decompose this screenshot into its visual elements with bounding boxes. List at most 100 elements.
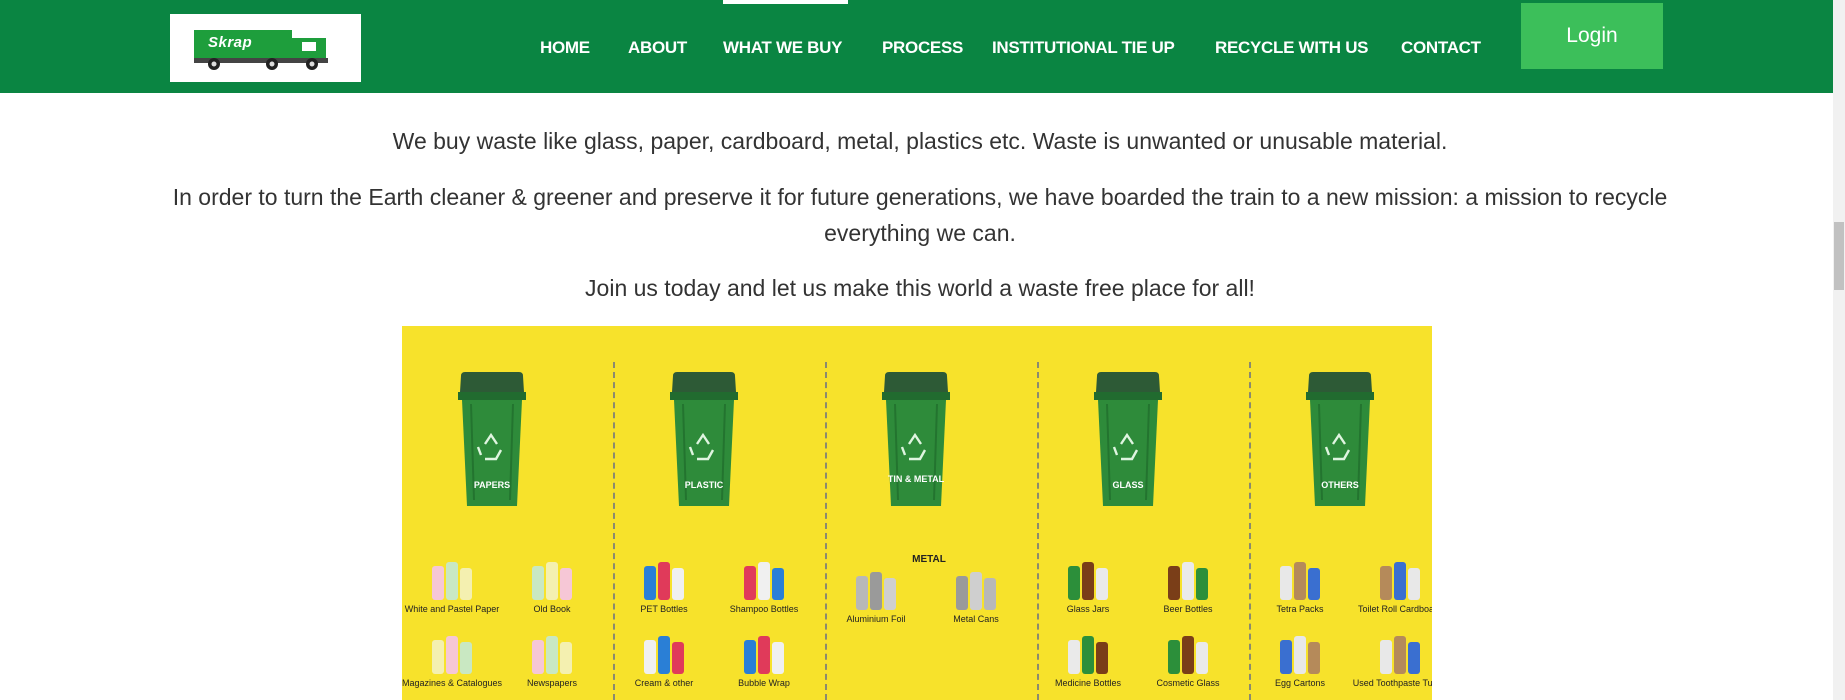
item-caption: Used Toothpaste Tubes: [1352, 678, 1432, 688]
item-image: [1138, 632, 1238, 678]
item-caption: Old Book: [533, 604, 571, 614]
item-caption: White and Pastel Paper: [404, 604, 500, 614]
column-divider: [1249, 362, 1251, 700]
item-caption: Toilet Roll Cardboard: [1357, 604, 1432, 614]
item-illustration-icon: [1380, 562, 1420, 600]
item-illustration-icon: [1168, 636, 1208, 674]
column-divider: [613, 362, 615, 700]
item-caption: Medicine Bottles: [1054, 678, 1122, 688]
item-caption: Metal Cans: [953, 614, 999, 624]
category-column: PLASTIC PET Bottles Shampoo Bottles Cream &…: [614, 326, 820, 700]
scrollbar-thumb[interactable]: [1834, 222, 1844, 290]
logo-text: Skrap: [208, 34, 253, 51]
recyclable-item: Bubble Wrap: [714, 632, 814, 688]
item-illustration-icon: [1068, 636, 1108, 674]
item-image: [402, 558, 502, 604]
item-image: [614, 632, 714, 678]
recyclable-item: Egg Cartons: [1250, 632, 1350, 688]
item-illustration-icon: [1168, 562, 1208, 600]
item-caption: Glass Jars: [1066, 604, 1110, 614]
item-caption: Bubble Wrap: [738, 678, 790, 688]
recyclable-item: Cream & other: [614, 632, 714, 688]
bin-label: PLASTIC: [684, 480, 724, 490]
item-illustration-icon: [956, 572, 996, 610]
nav-what-we-buy[interactable]: WHAT WE BUY: [723, 38, 842, 58]
item-caption: Cosmetic Glass: [1156, 678, 1220, 688]
item-image: [714, 632, 814, 678]
item-image: [826, 568, 926, 614]
item-caption: Tetra Packs: [1276, 604, 1324, 614]
nav-about[interactable]: ABOUT: [628, 38, 687, 58]
item-image: [1350, 558, 1432, 604]
category-column: OTHERS Tetra Packs Toilet Roll Cardboard Eg…: [1250, 326, 1432, 700]
item-illustration-icon: [856, 572, 896, 610]
recyclable-item: [926, 632, 1026, 678]
recyclable-item: Tetra Packs: [1250, 558, 1350, 614]
column-divider: [1037, 362, 1039, 700]
item-image: [1138, 558, 1238, 604]
nav-institutional-tie-up[interactable]: INSTITUTIONAL TIE UP: [992, 38, 1175, 58]
item-caption: Egg Cartons: [1274, 678, 1326, 688]
item-image: [926, 632, 1026, 678]
nav-home[interactable]: HOME: [540, 38, 590, 58]
item-image: [1250, 632, 1350, 678]
recycle-bin-icon: [882, 372, 950, 506]
login-button[interactable]: Login: [1521, 3, 1663, 69]
item-image: [502, 558, 602, 604]
recyclable-item: [826, 632, 926, 678]
recyclable-item: Used Toothpaste Tubes: [1350, 632, 1432, 688]
recyclable-item: Metal Cans: [926, 568, 1026, 624]
recyclable-item: Magazines & Catalogues: [402, 632, 502, 688]
item-illustration-icon: [1068, 562, 1108, 600]
recycle-bin-icon: [1094, 372, 1162, 506]
recycle-bin-icon: [458, 372, 526, 506]
item-image: [1038, 558, 1138, 604]
item-illustration-icon: [1280, 636, 1320, 674]
intro-paragraph-2: In order to turn the Earth cleaner & gre…: [172, 184, 1668, 246]
item-illustration-icon: [432, 636, 472, 674]
item-caption: Cream & other: [634, 678, 694, 688]
column-divider: [825, 362, 827, 700]
page-scrollbar[interactable]: [1833, 0, 1845, 700]
recyclable-item: Cosmetic Glass: [1138, 632, 1238, 688]
category-column: GLASS Glass Jars Beer Bottles Medicine Bott…: [1038, 326, 1244, 700]
nav-recycle-with-us[interactable]: RECYCLE WITH US: [1215, 38, 1369, 58]
item-image: [826, 632, 926, 678]
item-illustration-icon: [532, 636, 572, 674]
recycle-bin-icon: [670, 372, 738, 506]
item-illustration-icon: [432, 562, 472, 600]
recyclable-item: Shampoo Bottles: [714, 558, 814, 614]
recyclable-item: PET Bottles: [614, 558, 714, 614]
recyclable-item: White and Pastel Paper: [402, 558, 502, 614]
item-image: [926, 568, 1026, 614]
waste-categories-infographic: PAPERS White and Pastel Paper Old Book Maga…: [402, 326, 1432, 700]
item-image: [1350, 632, 1432, 678]
bin-label: PAPERS: [473, 480, 511, 490]
item-illustration-icon: [744, 636, 784, 674]
recyclable-item: Beer Bottles: [1138, 558, 1238, 614]
item-illustration-icon: [1380, 636, 1420, 674]
bin-label: OTHERS: [1321, 480, 1359, 490]
intro-paragraph-3: Join us today and let us make this world…: [585, 275, 1255, 301]
nav-process[interactable]: PROCESS: [882, 38, 963, 58]
item-illustration-icon: [1280, 562, 1320, 600]
bin-label: GLASS: [1112, 480, 1144, 490]
section-heading: METAL: [912, 554, 946, 565]
item-illustration-icon: [644, 562, 684, 600]
item-illustration-icon: [532, 562, 572, 600]
recyclable-item: Newspapers: [502, 632, 602, 688]
item-illustration-icon: [744, 562, 784, 600]
recyclable-item: Glass Jars: [1038, 558, 1138, 614]
item-image: [714, 558, 814, 604]
nav-contact[interactable]: CONTACT: [1401, 38, 1481, 58]
site-logo[interactable]: Skrap: [170, 14, 361, 82]
item-caption: PET Bottles: [640, 604, 688, 614]
item-image: [1038, 632, 1138, 678]
recyclable-item: Toilet Roll Cardboard: [1350, 558, 1432, 614]
recyclable-item: Aluminium Foil: [826, 568, 926, 624]
item-image: [402, 632, 502, 678]
item-caption: Beer Bottles: [1163, 604, 1213, 614]
item-illustration-icon: [644, 636, 684, 674]
item-caption: Newspapers: [526, 678, 578, 688]
recyclable-item: Medicine Bottles: [1038, 632, 1138, 688]
